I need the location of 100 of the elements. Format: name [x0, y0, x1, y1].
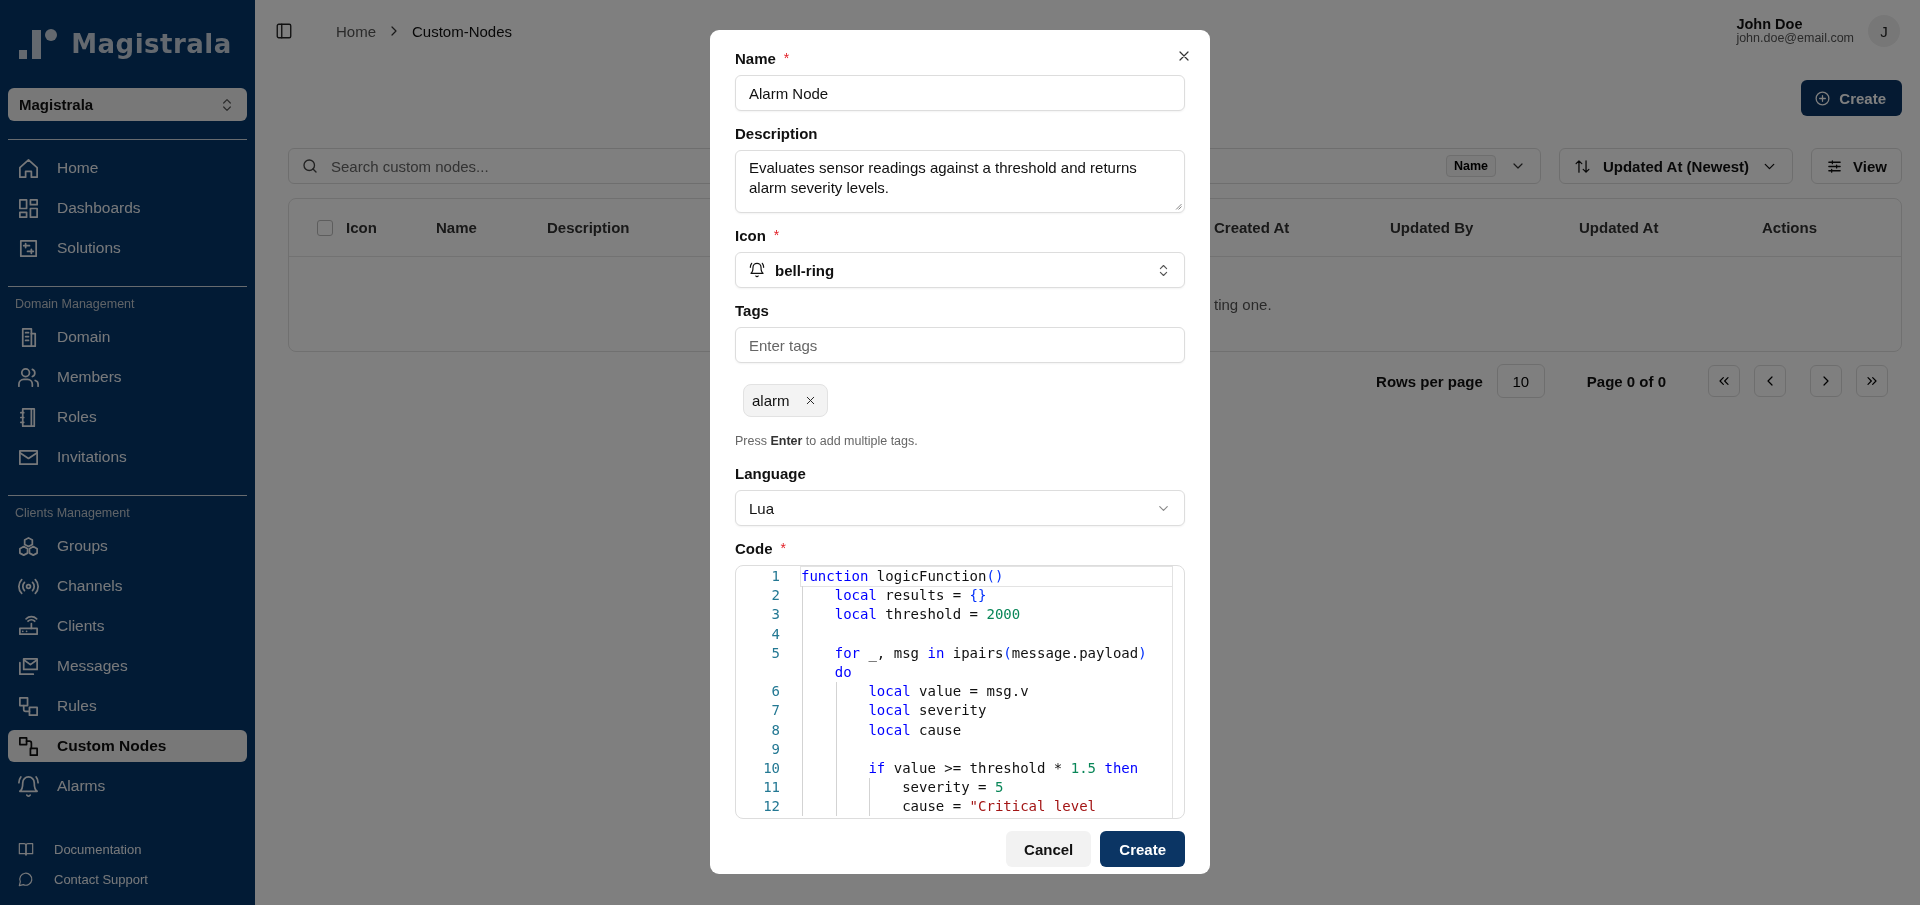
line-number: 9	[771, 740, 780, 757]
column-header: Updated At	[1579, 219, 1659, 236]
code-line: cause = "Critical level	[902, 797, 1097, 817]
code-line: local cause	[868, 720, 962, 740]
code-editor[interactable]	[735, 565, 1185, 819]
user-avatar[interactable]: J	[1868, 15, 1900, 47]
bell-icon	[17, 774, 40, 798]
search-icon	[301, 157, 319, 175]
sliders-icon	[1826, 157, 1844, 175]
user-email: john.doe@email.com	[1736, 32, 1854, 46]
line-number: 6	[771, 683, 780, 700]
workspace-select[interactable]: Magistrala	[8, 88, 247, 121]
code-line: local severity	[868, 701, 987, 721]
workflow-icon	[17, 694, 40, 718]
field-label: Name	[735, 50, 776, 67]
router-icon	[17, 614, 40, 638]
description-textarea[interactable]: Evaluates sensor readings against a threshold and returns alarm severity levels.	[735, 150, 1185, 213]
code-line: if value >= threshold * 1.5 then	[868, 758, 1139, 778]
breadcrumb-link[interactable]: Custom-Nodes	[412, 22, 513, 40]
sidebar-item[interactable]: Alarms	[8, 766, 247, 806]
line-number: 5	[771, 644, 780, 661]
rows-per-page-select[interactable]: 10	[1496, 364, 1545, 398]
field-label: Description	[735, 125, 818, 142]
bell-icon	[749, 262, 765, 278]
code-line: function logicFunction()	[801, 567, 1004, 586]
required-mark: *	[780, 540, 786, 556]
name-input[interactable]: Alarm Node	[735, 75, 1185, 111]
people-icon	[17, 365, 40, 389]
create-button[interactable]: Create	[1801, 80, 1902, 116]
line-number: 7	[771, 702, 780, 719]
view-button[interactable]: View	[1811, 148, 1902, 184]
sidebar-item[interactable]: Members	[8, 357, 247, 397]
icon-select[interactable]: bell-ring	[735, 252, 1185, 288]
create-button[interactable]: Create	[1100, 831, 1185, 867]
rows-per-page-label: Rows per page	[1376, 372, 1483, 390]
grid-icon	[17, 196, 40, 220]
field-label: Tags	[735, 302, 769, 319]
sidebar-item[interactable]: Custom Nodes	[8, 730, 247, 762]
sidebar-item[interactable]: Groups	[8, 526, 247, 566]
sidebar-item[interactable]: Domain	[8, 317, 247, 357]
pagination-button[interactable]	[1754, 365, 1786, 397]
line-number: 3	[771, 606, 780, 623]
pagination-button[interactable]	[1810, 365, 1842, 397]
nodes-icon	[17, 734, 40, 758]
sidebar-item[interactable]: Dashboards	[8, 188, 247, 228]
column-header: Actions	[1762, 219, 1817, 236]
line-number: 12	[763, 798, 780, 815]
footer-link[interactable]: Contact Support	[18, 871, 247, 887]
line-number: 4	[771, 625, 780, 642]
line-number: 1	[771, 568, 780, 584]
section-heading: Domain Management	[14, 296, 136, 313]
pagination-button[interactable]	[1708, 365, 1740, 397]
field-label: Icon	[735, 227, 766, 244]
sidebar-item[interactable]: Roles	[8, 397, 247, 437]
sidebar-item[interactable]: Home	[8, 148, 247, 188]
line-number: 2	[771, 587, 780, 604]
pagination-button[interactable]	[1856, 365, 1888, 397]
language-select[interactable]: Lua	[735, 490, 1185, 526]
sidebar-item[interactable]: Channels	[8, 566, 247, 606]
book-icon	[18, 841, 34, 857]
home-icon	[17, 156, 40, 180]
hint-text: Press Enter to add multiple tags.	[735, 434, 919, 448]
footer-link[interactable]: Documentation	[18, 841, 247, 857]
code-line: local value = msg.v	[868, 682, 1029, 702]
required-mark: *	[783, 50, 790, 66]
cancel-button[interactable]: Cancel	[1006, 831, 1092, 867]
logo-icon	[19, 28, 60, 60]
page-indicator: Page 0 of 0	[1586, 372, 1666, 390]
tags-input[interactable]: Enter tags	[735, 327, 1185, 363]
sort-button[interactable]: Updated At (Newest)	[1558, 148, 1794, 184]
plus-circle-icon	[1814, 89, 1832, 107]
required-mark: *	[773, 227, 780, 243]
code-line: for _, msg in ipairs(message.payload)	[834, 643, 1147, 663]
chat-bubble-icon	[18, 871, 34, 887]
checkbox[interactable]	[316, 219, 333, 236]
column-header: Created At	[1214, 219, 1290, 236]
sidebar-item[interactable]: Solutions	[8, 228, 247, 268]
column-header: Description	[547, 219, 630, 236]
breadcrumb-link[interactable]: Home	[336, 22, 376, 40]
resize-handle-icon[interactable]	[1174, 202, 1182, 210]
sidebar-item[interactable]: Invitations	[8, 437, 247, 477]
column-header: Name	[436, 219, 477, 236]
field-label: Code	[735, 540, 773, 557]
brand-name: Magistrala	[71, 29, 232, 59]
cubes-icon	[17, 534, 40, 558]
tag-label: alarm	[752, 392, 790, 409]
line-number: 11	[763, 779, 780, 796]
code-line: do	[834, 662, 852, 682]
sidebar-item[interactable]: Rules	[8, 686, 247, 726]
line-number: 8	[771, 721, 780, 738]
column-header: Icon	[346, 219, 377, 236]
sidebar-item[interactable]: Clients	[8, 606, 247, 646]
sidebar-item[interactable]: Messages	[8, 646, 247, 686]
sort-arrows-icon	[1573, 157, 1591, 175]
section-heading: Clients Management	[14, 505, 131, 522]
user-name: John Doe	[1736, 16, 1804, 33]
line-number: 10	[763, 759, 780, 776]
code-line: local threshold = 2000	[834, 605, 1021, 625]
sidebar-toggle-icon[interactable]	[275, 22, 293, 40]
code-line: local results = {}	[834, 586, 987, 606]
